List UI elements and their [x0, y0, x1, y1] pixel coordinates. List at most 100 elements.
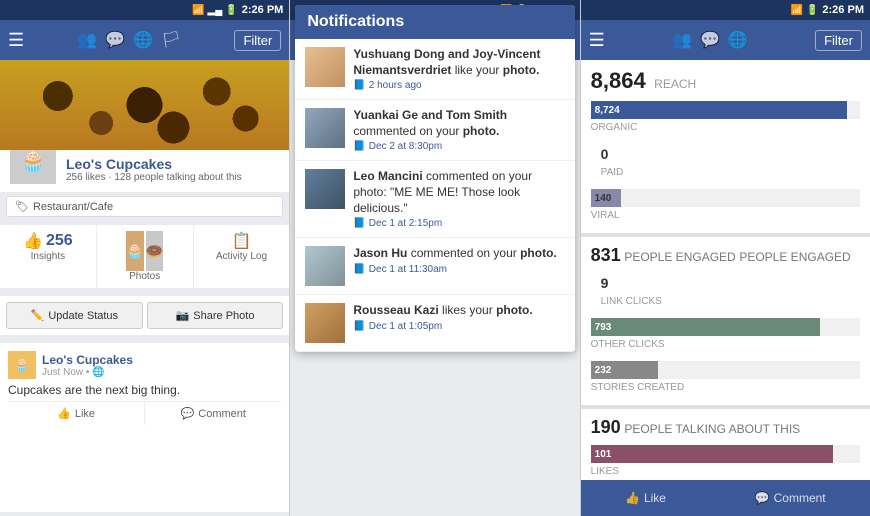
other-clicks-label: OTHER CLICKS — [591, 339, 860, 350]
stories-label: STORIES CREATED — [591, 382, 860, 393]
fb-icon-4: 📘 — [353, 264, 365, 275]
activity-stat[interactable]: 📋 Activity Log — [194, 225, 290, 288]
chat-icon-1[interactable]: 💬 — [105, 30, 125, 50]
viral-bar-container: 140 — [591, 189, 860, 207]
notif-action-5: likes your — [442, 303, 496, 317]
stories-bar-container: 232 — [591, 361, 860, 379]
people-icon-1[interactable]: 👥 — [77, 30, 97, 50]
stories-row: 232 — [591, 361, 860, 379]
stories-bar: 232 — [591, 361, 658, 379]
comment-icon-p3: 💬 — [755, 491, 770, 505]
notif-text-4: Jason Hu commented on your photo. — [353, 246, 564, 262]
fb-icon-3: 📘 — [353, 218, 365, 229]
notif-object-4: photo. — [520, 246, 557, 260]
wifi-icon: 📶 — [192, 5, 204, 16]
likes-label: LIKES — [591, 466, 860, 477]
notif-time-2: 📘 Dec 2 at 8:30pm — [353, 141, 564, 152]
notif-object-2: photo. — [463, 124, 500, 138]
share-photo-button[interactable]: 📷 Share Photo — [147, 302, 284, 329]
notification-item-1[interactable]: Yushuang Dong and Joy-Vincent Niemantsve… — [295, 39, 574, 100]
signal-icon: ▂▄ — [208, 5, 223, 16]
time-display-3: 2:26 PM — [822, 4, 864, 16]
page-name[interactable]: Leo's Cupcakes — [66, 156, 281, 172]
notifications-overlay: Notifications Yushuang Dong and Joy-Vinc… — [290, 0, 579, 516]
like-button-p3[interactable]: 👍 Like — [625, 491, 666, 505]
reach-label: REACH — [654, 77, 696, 91]
notif-avatar-1 — [305, 47, 345, 87]
viral-bar: 140 — [591, 189, 621, 207]
likes-number: 👍 256 — [23, 231, 73, 251]
paid-section: 0 PAID — [581, 144, 870, 186]
fb-icon-5: 📘 — [353, 321, 365, 332]
stories-value: 232 — [595, 365, 612, 376]
notif-object-5: photo. — [496, 303, 533, 317]
link-clicks-value: 9 — [591, 273, 619, 293]
nav-icons-3: 👥 💬 🌐 — [615, 30, 805, 50]
chat-icon-3[interactable]: 💬 — [700, 30, 720, 50]
other-clicks-bar-container: 793 — [591, 318, 860, 336]
talking-label: PEOPLE TALKING ABOUT THIS — [624, 422, 800, 436]
notification-item-5[interactable]: Rousseau Kazi likes your photo. 📘 Dec 1 … — [295, 295, 574, 352]
notif-time-3: 📘 Dec 1 at 2:15pm — [353, 218, 564, 229]
notif-avatar-2 — [305, 108, 345, 148]
tag-icon: 🏷 — [15, 200, 29, 213]
pencil-icon: ✏️ — [31, 309, 45, 322]
menu-icon-3[interactable]: ☰ — [589, 30, 605, 51]
update-status-button[interactable]: ✏️ Update Status — [6, 302, 143, 329]
likes-row: 101 — [591, 445, 860, 463]
photos-stat[interactable]: 🧁 🍩 Photos — [97, 225, 194, 288]
notif-time-5: 📘 Dec 1 at 1:05pm — [353, 321, 564, 332]
comment-button-p1[interactable]: 💬 Comment — [145, 402, 281, 425]
profile-info: Leo's Cupcakes 256 likes · 128 people ta… — [66, 156, 281, 183]
filter-button-3[interactable]: Filter — [815, 30, 862, 51]
other-clicks-section: 793 OTHER CLICKS — [581, 318, 870, 358]
time-display-1: 2:26 PM — [242, 4, 284, 16]
notif-time-1: 📘 2 hours ago — [353, 80, 564, 91]
engaged-title: 831 PEOPLE ENGAGED PEOPLE ENGAGED — [581, 241, 870, 270]
photo-thumbs: 🧁 🍩 — [126, 231, 163, 271]
post-text: Cupcakes are the next big thing. — [8, 383, 281, 397]
notifications-panel: Notifications Yushuang Dong and Joy-Vinc… — [295, 5, 574, 352]
analytics-content: 8,864 REACH 8,724 ORGANIC 0 — [581, 60, 870, 516]
paid-value: 0 — [591, 144, 619, 164]
globe-icon-1[interactable]: 🌐 — [133, 30, 153, 50]
likes-bar: 101 — [591, 445, 833, 463]
status-bar-1: 📶 ▂▄ 🔋 2:26 PM — [0, 0, 289, 20]
post-author[interactable]: Leo's Cupcakes — [42, 353, 133, 367]
nav-bar-3: ☰ 👥 💬 🌐 Filter — [581, 20, 870, 60]
engaged-number: 831 — [591, 245, 621, 265]
comment-button-p3[interactable]: 💬 Comment — [755, 491, 826, 505]
notif-text-5: Rousseau Kazi likes your photo. — [353, 303, 564, 319]
paid-row: 0 — [591, 144, 860, 164]
battery-icon: 🔋 — [225, 5, 237, 16]
wifi-icon-3: 📶 — [791, 5, 803, 16]
likes-stat[interactable]: 👍 256 Insights — [0, 225, 97, 288]
likes-bar-container: 101 — [591, 445, 860, 463]
people-icon-3[interactable]: 👥 — [672, 30, 692, 50]
cover-photo-image — [0, 60, 289, 150]
notification-item-4[interactable]: Jason Hu commented on your photo. 📘 Dec … — [295, 238, 574, 295]
notif-avatar-5 — [305, 303, 345, 343]
likes-section: 101 LIKES — [581, 445, 870, 485]
battery-icon-3: 🔋 — [806, 5, 818, 16]
filter-button-1[interactable]: Filter — [234, 30, 281, 51]
divider-1 — [581, 233, 870, 237]
notif-avatar-3 — [305, 169, 345, 209]
organic-section: 8,724 ORGANIC — [581, 101, 870, 141]
like-button-p1[interactable]: 👍 Like — [8, 402, 145, 425]
organic-value: 8,724 — [595, 105, 620, 116]
globe-icon-3[interactable]: 🌐 — [728, 30, 748, 50]
viral-row: 140 — [591, 189, 860, 207]
notification-item-2[interactable]: Yuankai Ge and Tom Smith commented on yo… — [295, 100, 574, 161]
nav-icons-1: 👥 💬 🌐 🏳 — [34, 30, 224, 50]
divider-2 — [581, 405, 870, 409]
insights-label: Insights — [31, 251, 65, 262]
menu-icon-1[interactable]: ☰ — [8, 30, 24, 51]
notif-action-2: commented on your — [353, 124, 462, 138]
likes-value: 101 — [595, 449, 612, 460]
notification-item-3[interactable]: Leo Mancini commented on your photo: "ME… — [295, 161, 574, 238]
viral-section: 140 VIRAL — [581, 189, 870, 229]
organic-bar-container: 8,724 — [591, 101, 860, 119]
flag-icon-1[interactable]: 🏳 — [161, 30, 181, 50]
category-tag[interactable]: 🏷 Restaurant/Cafe — [6, 196, 283, 217]
